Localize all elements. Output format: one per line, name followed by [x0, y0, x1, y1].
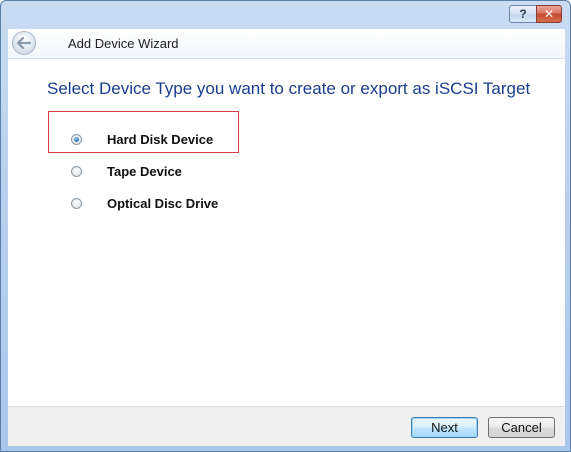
- caption-buttons: ? ✕: [509, 5, 562, 23]
- option-tape-device[interactable]: Tape Device: [71, 164, 182, 179]
- option-label: Tape Device: [107, 164, 182, 179]
- wizard-header: Add Device Wizard: [8, 29, 565, 59]
- wizard-title: Add Device Wizard: [68, 36, 179, 51]
- option-hard-disk-device[interactable]: Hard Disk Device: [71, 132, 213, 147]
- back-arrow-icon: [17, 37, 31, 49]
- wizard-content: Select Device Type you want to create or…: [8, 59, 565, 406]
- cancel-button[interactable]: Cancel: [488, 417, 555, 438]
- back-button[interactable]: [12, 31, 36, 55]
- radio-hard-disk-device[interactable]: [71, 134, 82, 145]
- option-label: Optical Disc Drive: [107, 196, 219, 211]
- next-button[interactable]: Next: [411, 417, 478, 438]
- page-heading: Select Device Type you want to create or…: [47, 79, 531, 98]
- help-button[interactable]: ?: [509, 5, 537, 23]
- option-label: Hard Disk Device: [107, 132, 214, 147]
- option-optical-disc-drive[interactable]: Optical Disc Drive: [71, 196, 218, 211]
- radio-tape-device[interactable]: [71, 166, 82, 177]
- radio-optical-disc-drive[interactable]: [71, 198, 82, 209]
- close-button[interactable]: ✕: [536, 5, 562, 23]
- wizard-window: ? ✕ Add Device Wizard Select Device Type…: [0, 0, 571, 452]
- wizard-footer: Next Cancel: [8, 406, 565, 446]
